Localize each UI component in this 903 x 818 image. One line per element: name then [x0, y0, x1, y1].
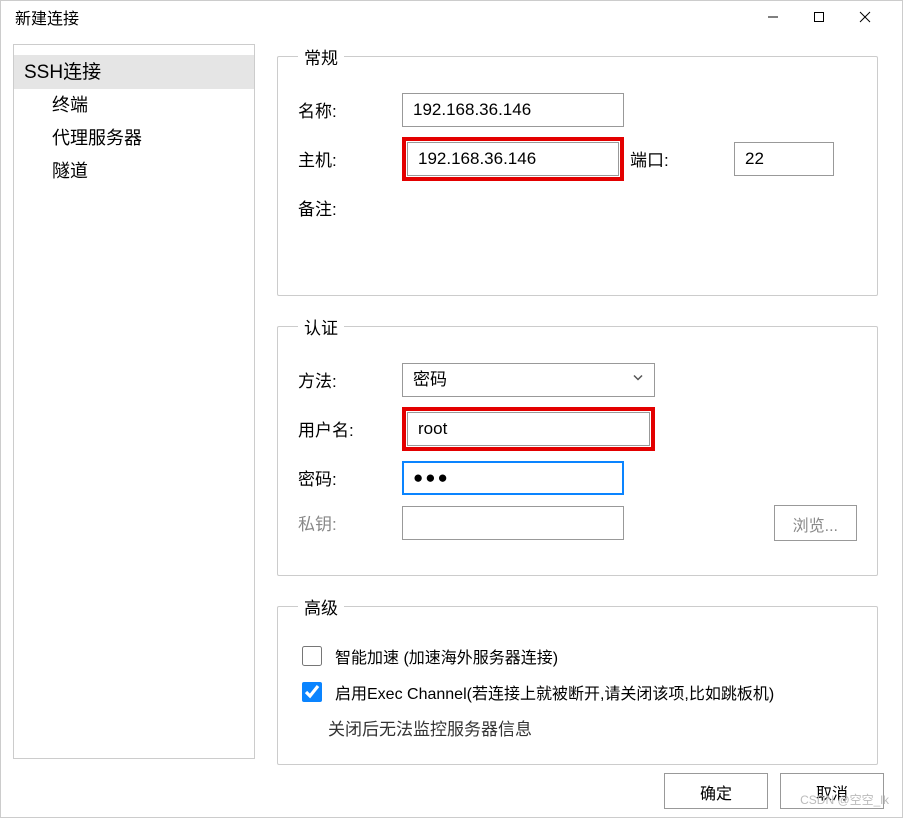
sidebar-item-proxy[interactable]: 代理服务器	[14, 122, 254, 155]
exec-hint: 关闭后无法监控服务器信息	[328, 715, 857, 740]
port-input[interactable]	[734, 142, 834, 176]
accel-label: 智能加速 (加速海外服务器连接)	[335, 644, 558, 668]
remark-input[interactable]	[402, 191, 626, 261]
host-highlight	[402, 137, 624, 181]
pw-label: 密码:	[298, 465, 402, 490]
minimize-icon	[767, 11, 779, 23]
exec-label: 启用Exec Channel(若连接上就被断开,请关闭该项,比如跳板机)	[335, 680, 774, 704]
exec-checkbox[interactable]	[302, 682, 322, 702]
sidebar-item-terminal[interactable]: 终端	[14, 89, 254, 122]
key-input	[402, 506, 624, 540]
titlebar: 新建连接	[1, 1, 902, 34]
general-legend: 常规	[298, 44, 344, 69]
sidebar: SSH连接 终端 代理服务器 隧道	[13, 44, 255, 759]
name-input[interactable]	[402, 93, 624, 127]
browse-button: 浏览...	[774, 505, 857, 541]
advanced-group: 高级 智能加速 (加速海外服务器连接) 启用Exec Channel(若连接上就…	[277, 594, 878, 765]
key-label: 私钥:	[298, 510, 402, 535]
auth-legend: 认证	[298, 314, 344, 339]
advanced-legend: 高级	[298, 594, 344, 619]
method-select[interactable]: 密码	[402, 363, 655, 397]
sidebar-item-ssh[interactable]: SSH连接	[14, 55, 254, 89]
footer: 确定 取消	[1, 765, 902, 817]
minimize-button[interactable]	[750, 1, 796, 33]
sidebar-item-tunnel[interactable]: 隧道	[14, 155, 254, 188]
close-button[interactable]	[842, 1, 888, 33]
user-label: 用户名:	[298, 416, 402, 441]
maximize-button[interactable]	[796, 1, 842, 33]
password-input[interactable]	[402, 461, 624, 495]
auth-group: 认证 方法: 密码 用户名:	[277, 314, 878, 576]
host-label: 主机:	[298, 146, 402, 171]
method-label: 方法:	[298, 367, 402, 392]
ok-button[interactable]: 确定	[664, 773, 768, 809]
port-label: 端口:	[630, 146, 734, 171]
window-title: 新建连接	[15, 5, 750, 29]
user-input[interactable]	[407, 412, 650, 446]
general-group: 常规 名称: 主机: 端口: 备注:	[277, 44, 878, 296]
close-icon	[859, 11, 871, 23]
remark-label: 备注:	[298, 191, 402, 220]
cancel-button[interactable]: 取消	[780, 773, 884, 809]
maximize-icon	[813, 11, 825, 23]
user-highlight	[402, 407, 655, 451]
name-label: 名称:	[298, 97, 402, 122]
accel-checkbox[interactable]	[302, 646, 322, 666]
host-input[interactable]	[407, 142, 619, 176]
